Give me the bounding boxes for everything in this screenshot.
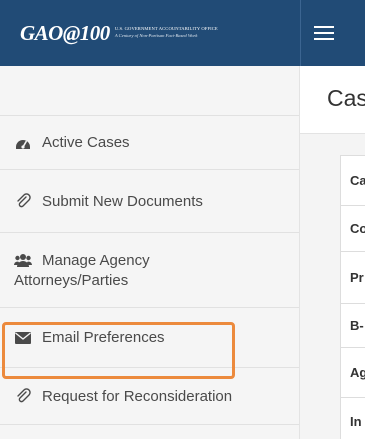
- sidebar-item-request-for-reconsideration[interactable]: Request for Reconsideration: [0, 368, 299, 425]
- table-row: Pr: [341, 252, 365, 304]
- sidebar-item-label: Active Cases: [42, 134, 130, 151]
- row-label: Pr: [350, 270, 364, 285]
- table-row: Ca: [341, 156, 365, 206]
- envelope-icon: [14, 331, 32, 344]
- paperclip-icon: [14, 388, 32, 404]
- top-bar: GAO@100 U.S. GOVERNMENT ACCOUNTABILITY O…: [0, 0, 365, 66]
- hamburger-menu-icon[interactable]: [312, 21, 336, 45]
- sidebar-item-label: Email Preferences: [42, 329, 165, 346]
- gao-logo[interactable]: GAO@100 U.S. GOVERNMENT ACCOUNTABILITY O…: [0, 0, 218, 66]
- page-title: Cas: [327, 85, 365, 111]
- users-icon: [14, 253, 32, 267]
- row-label: B-: [350, 318, 364, 333]
- row-label: Ag: [350, 365, 365, 380]
- case-details-table: Ca Co Pr B- Ag In: [340, 155, 365, 439]
- sidebar-item-label-line2: Attorneys/Parties: [14, 271, 129, 289]
- tachometer-icon: [14, 136, 32, 150]
- paperclip-icon: [14, 193, 32, 209]
- sidebar-item-label-line1: Manage Agency: [42, 251, 150, 269]
- sidebar-item-label: Request for Reconsideration: [42, 387, 233, 405]
- main-content: Cas Ca Co Pr B- Ag In: [300, 66, 365, 439]
- header-divider: [300, 0, 301, 66]
- sidebar-item-submit-new-documents[interactable]: Submit New Documents: [0, 170, 299, 233]
- sidebar-item-active-cases[interactable]: Active Cases: [0, 116, 299, 170]
- sidebar-item-manage-agency-attorneys[interactable]: Manage Agency Attorneys/Parties: [0, 233, 299, 308]
- logo-tagline-line1: U.S. GOVERNMENT ACCOUNTABILITY OFFICE: [114, 26, 218, 32]
- sidebar-item-row: Manage Agency: [14, 252, 150, 269]
- row-label: Ca: [350, 173, 365, 188]
- logo-text: GAO@100: [20, 20, 110, 45]
- sidebar-item-email-preferences[interactable]: Email Preferences: [0, 308, 299, 368]
- sidebar-item-label: Submit New Documents: [42, 192, 203, 210]
- row-label: In: [350, 414, 362, 429]
- table-row: In: [341, 398, 365, 439]
- logo-tagline: U.S. GOVERNMENT ACCOUNTABILITY OFFICE A …: [115, 27, 218, 38]
- table-row: Co: [341, 206, 365, 252]
- table-row: B-: [341, 304, 365, 348]
- logo-tagline-line2: A Century of Non-Partisan Fact-Based Wor…: [114, 33, 198, 38]
- sidebar: Active Cases Submit New Documents Manage: [0, 66, 300, 439]
- main-title-bar: Cas: [300, 66, 365, 134]
- row-label: Co: [350, 221, 365, 236]
- sidebar-header: [0, 66, 299, 116]
- table-row: Ag: [341, 348, 365, 398]
